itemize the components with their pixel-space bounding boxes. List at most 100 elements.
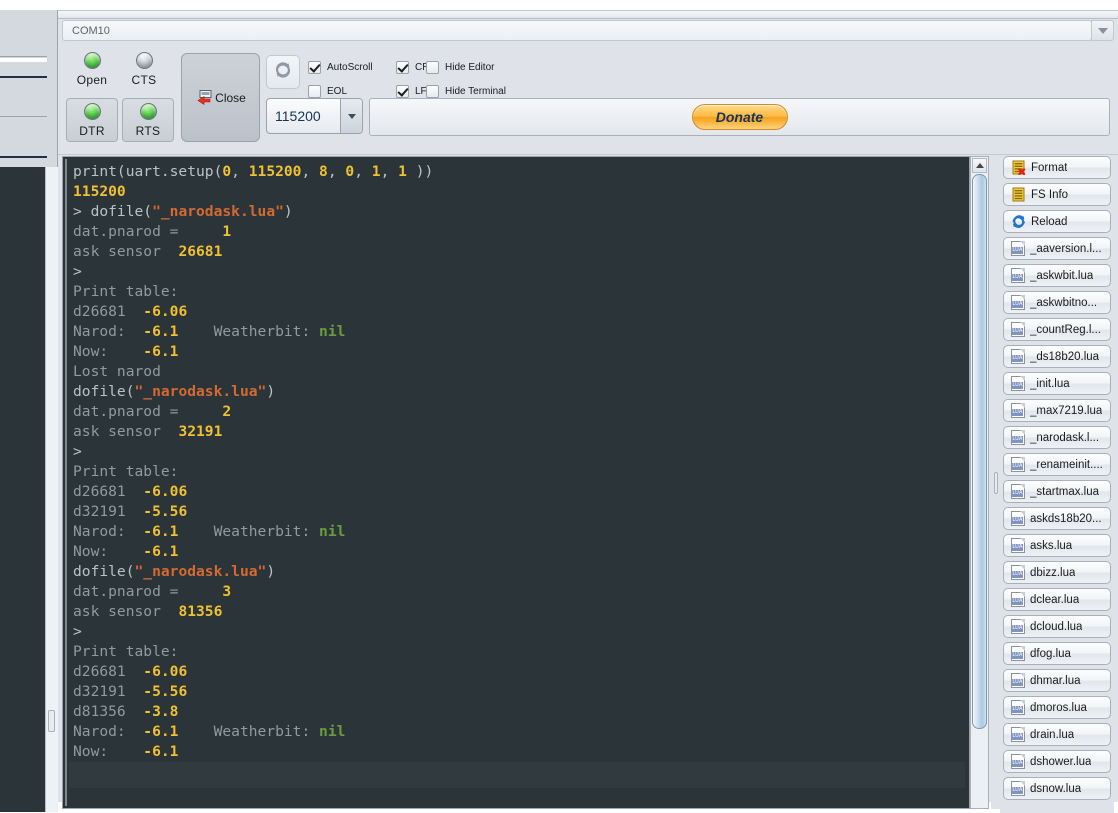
sidebar-file-item[interactable]: LUA_countReg.l... <box>1003 318 1111 341</box>
terminal-output: print(uart.setup(0, 115200, 8, 0, 1, 1 )… <box>67 159 967 762</box>
terminal-text-run: d26681 <box>73 483 143 500</box>
terminal-text-run: dofile( <box>73 383 135 400</box>
splitter-grip[interactable] <box>994 472 998 494</box>
sidebar-file-item[interactable]: LUA_aaversion.l... <box>1003 237 1111 260</box>
scroll-up-icon[interactable] <box>972 158 987 173</box>
sidebar-file-label: _max7219.lua <box>1030 405 1102 417</box>
sidebar-action-fs-info[interactable]: FS Info <box>1003 183 1111 206</box>
sidebar-action-label: Reload <box>1031 216 1067 228</box>
sidebar-file-item[interactable]: LUA_askwbitno... <box>1003 291 1111 314</box>
sidebar-file-item[interactable]: LUA_startmax.lua <box>1003 480 1111 503</box>
donate-bar: Donate <box>369 98 1110 136</box>
background-code-editor <box>0 167 45 812</box>
terminal-scrollbar-thumb[interactable] <box>972 174 987 729</box>
serial-terminal[interactable]: print(uart.setup(0, 115200, 8, 0, 1, 1 )… <box>62 156 970 809</box>
terminal-text-run: 3 <box>222 583 231 600</box>
lua-file-icon: LUA <box>1011 241 1025 256</box>
terminal-text-run: Weatherbit: <box>178 323 319 340</box>
sidebar-action-reload[interactable]: Reload <box>1003 210 1111 233</box>
sidebar-file-item[interactable]: LUA_narodask.l... <box>1003 426 1111 449</box>
sidebar-file-item[interactable]: LUA_askwbit.lua <box>1003 264 1111 287</box>
sidebar-action-format[interactable]: Format <box>1003 156 1111 179</box>
dtr-toggle-button[interactable]: DTR <box>66 98 118 142</box>
checkbox-box <box>426 85 439 98</box>
lua-file-icon: LUA <box>1011 754 1025 769</box>
checkbox-label: Hide Terminal <box>445 86 506 97</box>
terminal-text-run: , <box>231 163 249 180</box>
sidebar-file-label: _renameinit.... <box>1030 459 1103 471</box>
sidebar-file-item[interactable]: LUAdclear.lua <box>1003 588 1111 611</box>
terminal-text-run: 115200 <box>73 183 126 200</box>
terminal-text-run: 1 <box>222 223 231 240</box>
hide-editor-checkbox[interactable]: Hide Editor <box>426 61 494 74</box>
file-list-sidebar: FormatFS InfoReloadLUA_aaversion.l...LUA… <box>1000 156 1114 813</box>
background-divider <box>0 116 47 117</box>
led-label: CTS <box>132 73 157 87</box>
terminal-text-run: -6.06 <box>143 483 187 500</box>
checkbox-label: AutoScroll <box>327 62 373 73</box>
terminal-text-run: -6.1 <box>143 543 178 560</box>
terminal-text-run: 81356 <box>178 603 222 620</box>
lua-file-icon: LUA <box>1011 322 1025 337</box>
terminal-text-run: dofile( <box>73 563 135 580</box>
eol-checkbox[interactable]: EOL <box>308 85 347 98</box>
sidebar-file-item[interactable]: LUAdmoros.lua <box>1003 696 1111 719</box>
terminal-text-run: print(uart.setup( <box>73 163 222 180</box>
chevron-down-icon[interactable] <box>340 99 362 133</box>
panel-splitter[interactable] <box>991 156 1000 809</box>
sidebar-file-item[interactable]: LUA_ds18b20.lua <box>1003 345 1111 368</box>
lua-file-icon: LUA <box>1011 565 1025 580</box>
sidebar-file-item[interactable]: LUAdsnow.lua <box>1003 777 1111 800</box>
sidebar-file-label: dsnow.lua <box>1030 783 1081 795</box>
sidebar-file-label: dclear.lua <box>1030 594 1079 606</box>
port-combo-value[interactable]: COM10 <box>62 20 1092 41</box>
sidebar-file-item[interactable]: LUAasks.lua <box>1003 534 1111 557</box>
terminal-text-run: -3.8 <box>143 703 178 720</box>
lf-checkbox[interactable]: LF <box>396 85 427 98</box>
sidebar-file-item[interactable]: LUAaskds18b20... <box>1003 507 1111 530</box>
terminal-text-run: dofile( <box>91 203 153 220</box>
terminal-text-run: ) <box>266 563 275 580</box>
terminal-viewport: print(uart.setup(0, 115200, 8, 0, 1, 1 )… <box>65 159 967 806</box>
donate-button[interactable]: Donate <box>692 104 788 130</box>
terminal-text-run: Weatherbit: <box>178 523 319 540</box>
lua-file-icon: LUA <box>1011 376 1025 391</box>
sidebar-file-item[interactable]: LUAdbizz.lua <box>1003 561 1111 584</box>
terminal-text-run: ask sensor <box>73 243 178 260</box>
autoscroll-checkbox[interactable]: AutoScroll <box>308 61 373 74</box>
sidebar-file-item[interactable]: LUA_init.lua <box>1003 372 1111 395</box>
checkbox-box <box>308 85 321 98</box>
sidebar-file-item[interactable]: LUA_renameinit.... <box>1003 453 1111 476</box>
terminal-text-run: "_narodask.lua" <box>135 563 267 580</box>
sidebar-file-item[interactable]: LUAdcloud.lua <box>1003 615 1111 638</box>
refresh-ports-button[interactable] <box>266 55 300 89</box>
close-port-button[interactable]: Close <box>181 53 260 142</box>
terminal-text-run: -5.56 <box>143 503 187 520</box>
sidebar-file-item[interactable]: LUA_max7219.lua <box>1003 399 1111 422</box>
terminal-text-run: d32191 <box>73 503 143 520</box>
window-top-strip <box>58 11 1118 19</box>
port-selector-row: COM10 <box>62 20 1114 41</box>
terminal-text-run: -6.06 <box>143 663 187 680</box>
baud-rate-select[interactable]: 115200 <box>266 98 363 134</box>
sidebar-file-item[interactable]: LUAdrain.lua <box>1003 723 1111 746</box>
terminal-text-run: 0 <box>222 163 231 180</box>
terminal-text-run: 8 <box>319 163 328 180</box>
sidebar-file-item[interactable]: LUAdshower.lua <box>1003 750 1111 773</box>
terminal-text-run: > <box>73 263 82 280</box>
cr-checkbox[interactable]: CR <box>396 61 429 74</box>
terminal-text-run: Lost narod <box>73 363 161 380</box>
terminal-scrollbar[interactable] <box>970 156 989 809</box>
terminal-current-line-band <box>69 762 965 788</box>
terminal-text-run: ) <box>266 383 275 400</box>
chevron-down-icon[interactable] <box>1091 20 1114 41</box>
background-scrollbar-thumb[interactable] <box>48 710 55 732</box>
terminal-text-run: d81356 <box>73 703 143 720</box>
terminal-text-run: -6.1 <box>143 323 178 340</box>
sidebar-file-item[interactable]: LUAdhmar.lua <box>1003 669 1111 692</box>
rts-toggle-button[interactable]: RTS <box>122 98 174 142</box>
hide-terminal-checkbox[interactable]: Hide Terminal <box>426 85 506 98</box>
sidebar-file-label: dmoros.lua <box>1030 702 1087 714</box>
refresh-icon <box>273 60 293 85</box>
sidebar-file-item[interactable]: LUAdfog.lua <box>1003 642 1111 665</box>
